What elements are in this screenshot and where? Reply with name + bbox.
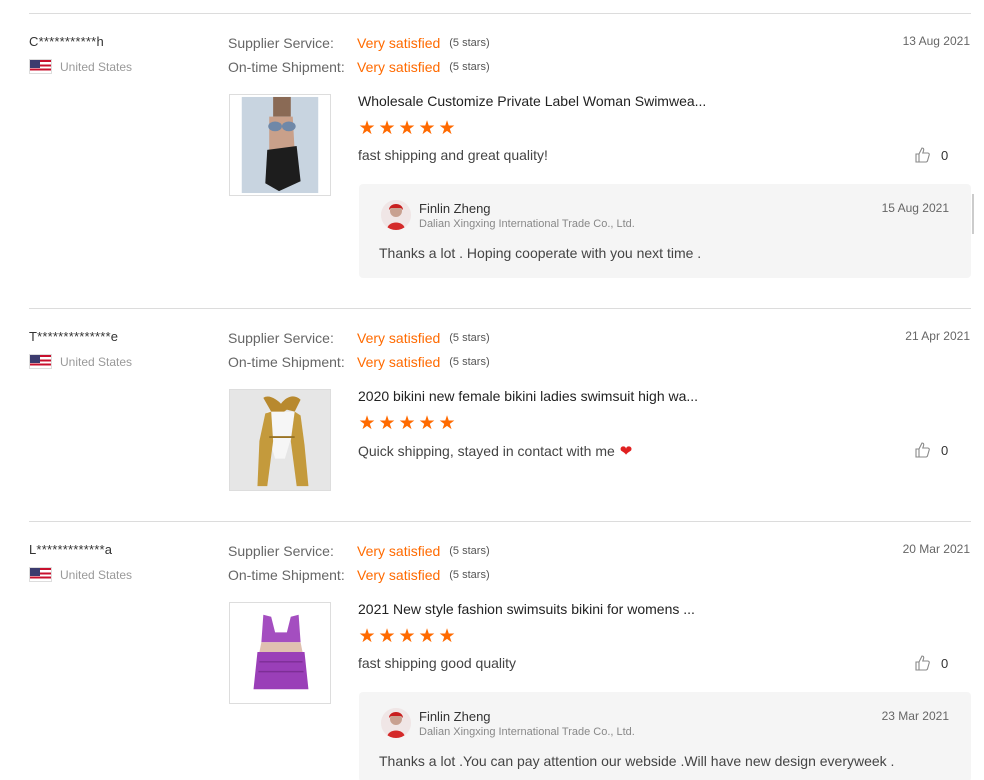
product-thumbnail[interactable] — [229, 389, 331, 491]
supplier-service-stars: (5 stars) — [449, 37, 490, 49]
product-thumbnail[interactable] — [229, 94, 331, 196]
product-title[interactable]: 2021 New style fashion swimsuits bikini … — [358, 601, 695, 617]
star-icon: ★ — [418, 413, 436, 434]
review-divider — [29, 308, 971, 309]
star-rating: ★ ★ ★ ★ ★ — [358, 627, 456, 646]
supplier-service-value: Very satisfied — [357, 330, 441, 346]
review-divider — [29, 521, 971, 522]
product-image — [230, 603, 330, 703]
star-rating: ★ ★ ★ ★ ★ — [358, 119, 456, 138]
thumbs-up-icon — [915, 442, 930, 458]
review-comment: fast shipping good quality — [358, 655, 516, 671]
like-button[interactable]: 0 — [914, 146, 948, 164]
star-icon: ★ — [398, 413, 416, 434]
star-icon: ★ — [378, 118, 396, 139]
review-comment: Quick shipping, stayed in contact with m… — [358, 442, 632, 460]
like-count: 0 — [941, 147, 949, 163]
supplier-service-label: Supplier Service: — [228, 35, 334, 51]
supplier-service-rating: Supplier Service: Very satisfied (5 star… — [228, 34, 490, 52]
shipment-rating: On-time Shipment: Very satisfied (5 star… — [228, 58, 490, 76]
like-count: 0 — [941, 442, 949, 458]
supplier-service-label: Supplier Service: — [228, 330, 334, 346]
star-rating: ★ ★ ★ ★ ★ — [358, 414, 456, 433]
reply-text: Thanks a lot .You can pay attention our … — [379, 753, 895, 769]
review-date: 13 Aug 2021 — [902, 34, 970, 48]
supplier-company: Dalian Xingxing International Trade Co.,… — [419, 218, 635, 230]
thumbs-up-icon — [915, 655, 930, 671]
reviewer-country: United States — [29, 58, 132, 75]
star-icon: ★ — [378, 626, 396, 647]
like-button[interactable]: 0 — [914, 441, 948, 459]
shipment-value: Very satisfied — [357, 567, 441, 583]
comment-text: Quick shipping, stayed in contact with m… — [358, 443, 615, 459]
star-icon: ★ — [438, 118, 456, 139]
shipment-stars: (5 stars) — [449, 61, 490, 73]
heart-icon: ❤ — [619, 443, 633, 460]
supplier-reply: Finlin Zheng Dalian Xingxing Internation… — [359, 184, 974, 278]
supplier-service-stars: (5 stars) — [449, 332, 490, 344]
supplier-service-value: Very satisfied — [357, 543, 441, 559]
shipment-stars: (5 stars) — [449, 569, 490, 581]
star-icon: ★ — [438, 626, 456, 647]
product-title[interactable]: 2020 bikini new female bikini ladies swi… — [358, 388, 698, 404]
supplier-service-value: Very satisfied — [357, 35, 441, 51]
reviewer-country: United States — [29, 566, 132, 583]
supplier-company: Dalian Xingxing International Trade Co.,… — [419, 726, 635, 738]
product-image — [241, 96, 319, 194]
country-name: United States — [60, 59, 133, 74]
review-date: 21 Apr 2021 — [905, 329, 970, 343]
top-divider — [29, 13, 971, 14]
supplier-service-stars: (5 stars) — [449, 545, 490, 557]
star-icon: ★ — [398, 118, 416, 139]
shipment-value: Very satisfied — [357, 354, 441, 370]
star-icon: ★ — [418, 118, 436, 139]
us-flag-icon — [29, 59, 52, 74]
star-icon: ★ — [378, 413, 396, 434]
like-count: 0 — [941, 655, 949, 671]
comment-text: fast shipping and great quality! — [358, 147, 548, 163]
reply-date: 23 Mar 2021 — [881, 709, 949, 723]
country-name: United States — [60, 567, 133, 582]
product-thumbnail[interactable] — [229, 602, 331, 704]
comment-text: fast shipping good quality — [358, 655, 516, 671]
supplier-service-rating: Supplier Service: Very satisfied (5 star… — [228, 542, 490, 560]
shipment-value: Very satisfied — [357, 59, 441, 75]
reviewer-name: C***********h — [29, 34, 104, 49]
supplier-reply: Finlin Zheng Dalian Xingxing Internation… — [359, 692, 971, 780]
scroll-edge — [972, 194, 974, 234]
supplier-avatar — [381, 200, 411, 230]
star-icon: ★ — [358, 118, 376, 139]
reviewer-country: United States — [29, 353, 132, 370]
star-icon: ★ — [398, 626, 416, 647]
like-button[interactable]: 0 — [914, 654, 948, 672]
review-comment: fast shipping and great quality! — [358, 147, 548, 163]
review-date: 20 Mar 2021 — [902, 542, 970, 556]
supplier-avatar — [381, 708, 411, 738]
reviewer-name: T**************e — [29, 329, 119, 344]
supplier-service-label: Supplier Service: — [228, 543, 334, 559]
product-image — [230, 390, 330, 490]
star-icon: ★ — [438, 413, 456, 434]
star-icon: ★ — [358, 413, 376, 434]
thumbs-up-icon — [915, 147, 930, 163]
shipment-rating: On-time Shipment: Very satisfied (5 star… — [228, 566, 490, 584]
country-name: United States — [60, 354, 133, 369]
shipment-stars: (5 stars) — [449, 356, 490, 368]
reviewer-name: L*************a — [29, 542, 113, 557]
shipment-rating: On-time Shipment: Very satisfied (5 star… — [228, 353, 490, 371]
reply-text: Thanks a lot . Hoping cooperate with you… — [379, 245, 702, 261]
shipment-label: On-time Shipment: — [228, 354, 345, 370]
star-icon: ★ — [418, 626, 436, 647]
reply-date: 15 Aug 2021 — [881, 201, 949, 215]
shipment-label: On-time Shipment: — [228, 567, 345, 583]
star-icon: ★ — [358, 626, 376, 647]
supplier-name: Finlin Zheng — [419, 201, 491, 216]
product-title[interactable]: Wholesale Customize Private Label Woman … — [358, 93, 706, 109]
us-flag-icon — [29, 567, 52, 582]
us-flag-icon — [29, 354, 52, 369]
shipment-label: On-time Shipment: — [228, 59, 345, 75]
supplier-service-rating: Supplier Service: Very satisfied (5 star… — [228, 329, 490, 347]
supplier-name: Finlin Zheng — [419, 709, 491, 724]
